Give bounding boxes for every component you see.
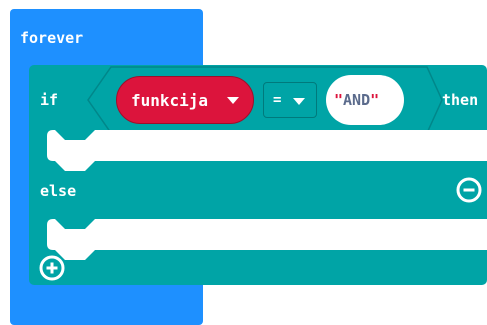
operator-dropdown[interactable] [263,82,317,118]
then-label: then [442,91,479,109]
caret-down-icon[interactable] [292,97,306,106]
minus-circle-icon[interactable] [456,177,482,203]
plus-circle-icon[interactable] [39,255,65,281]
quote-open: " [334,91,344,109]
operator-label: = [273,92,282,108]
forever-label: forever [20,29,84,47]
caret-down-icon[interactable] [226,96,240,105]
quote-close: " [370,91,380,109]
string-value-text: AND [343,91,371,109]
variable-name: funkcija [131,91,209,110]
string-value[interactable]: "AND" [334,91,379,109]
if-label: if [40,91,59,109]
else-label: else [40,182,77,200]
then-statement-slot[interactable] [47,130,487,172]
else-statement-slot[interactable] [47,219,487,261]
